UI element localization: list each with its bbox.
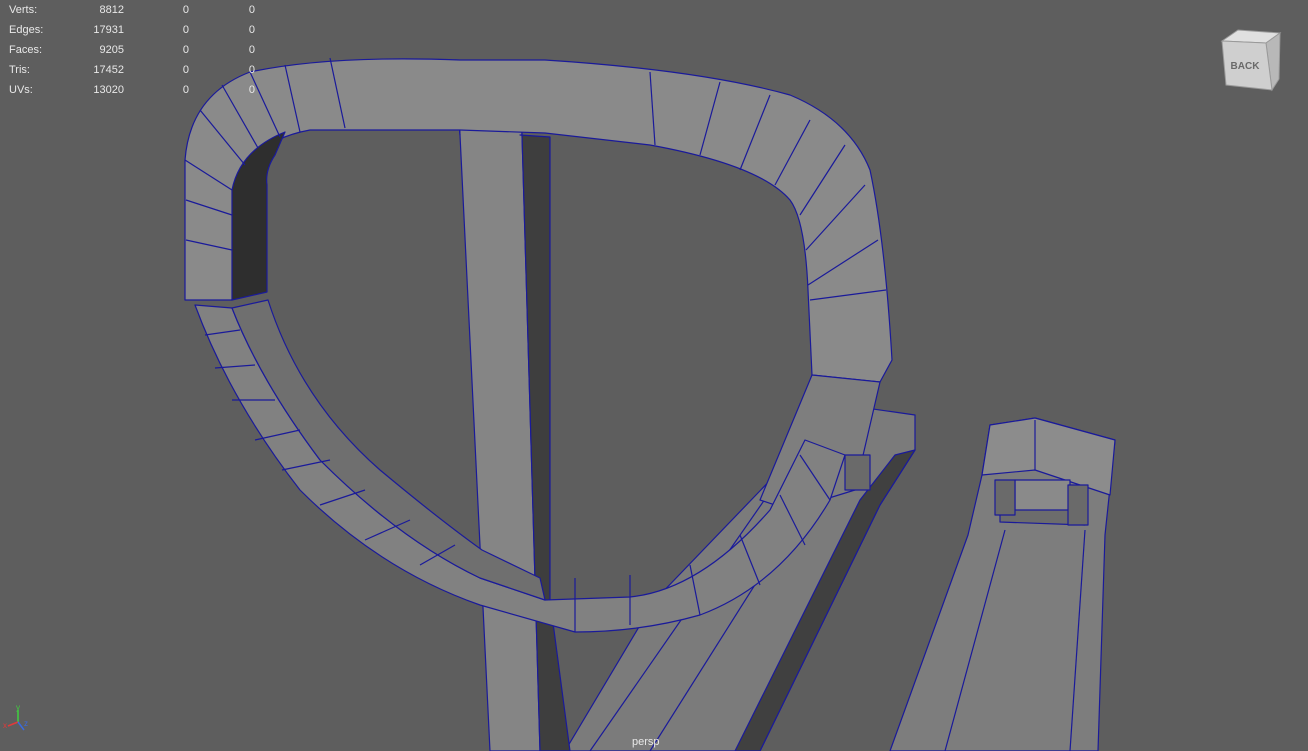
hud-selected: 0 [182, 4, 189, 16]
hud-selected-component: 0 [248, 24, 255, 36]
scene-mesh[interactable] [0, 0, 1308, 751]
hud-selected: 0 [182, 44, 189, 56]
hud-label: Verts: [9, 4, 38, 16]
hud-total: 17931 [93, 24, 124, 36]
hud-label: Edges: [9, 24, 44, 36]
axis-y-label: y [16, 704, 20, 712]
hud-total: 9205 [99, 44, 124, 56]
hud-total: 13020 [93, 84, 124, 96]
bracket-left [844, 454, 871, 491]
hud-total: 8812 [99, 4, 124, 16]
view-cube-face-label: BACK [1231, 61, 1261, 72]
hud-selected-component: 0 [248, 4, 255, 16]
hud-row-faces: Faces: 9205 0 0 [0, 40, 260, 60]
hud-row-edges: Edges: 17931 0 0 [0, 20, 260, 40]
hud-selected-component: 0 [248, 64, 255, 76]
hud-label: Tris: [9, 64, 30, 76]
axis-gizmo: y x z [2, 704, 34, 734]
bracket-right-2 [1067, 484, 1089, 526]
hud-total: 17452 [93, 64, 124, 76]
hud-selected: 0 [182, 24, 189, 36]
hud-label: Faces: [9, 44, 43, 56]
view-cube[interactable]: BACK [1218, 27, 1284, 93]
axis-z-label: z [24, 719, 28, 728]
hud-selected-component: 0 [248, 84, 255, 96]
bracket-right [994, 479, 1016, 516]
hud-selected: 0 [182, 84, 189, 96]
hud-label: UVs: [9, 84, 33, 96]
hud-selected: 0 [182, 64, 189, 76]
camera-name-label: persp [632, 736, 660, 748]
3d-viewport[interactable]: Verts: 8812 0 0 Edges: 17931 0 0 Faces: … [0, 0, 1308, 751]
axis-x-label: x [3, 721, 7, 730]
hud-poly-count: Verts: 8812 0 0 Edges: 17931 0 0 Faces: … [0, 0, 260, 100]
hud-selected-component: 0 [248, 44, 255, 56]
hud-row-verts: Verts: 8812 0 0 [0, 0, 260, 20]
right-rail-slot-inner [1014, 479, 1071, 511]
hud-row-uvs: UVs: 13020 0 0 [0, 80, 260, 100]
hud-row-tris: Tris: 17452 0 0 [0, 60, 260, 80]
